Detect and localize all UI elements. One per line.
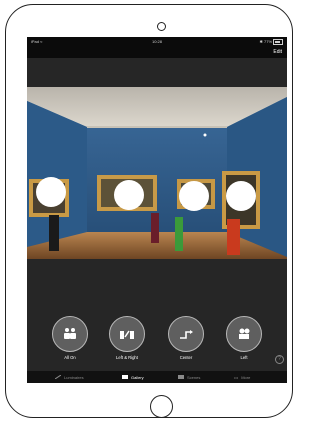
status-bar: iPad ≈ 10:28 ✱ 77%	[27, 37, 287, 47]
battery-indicator: ✱ 77%	[260, 37, 283, 47]
mode-label: All On	[64, 355, 76, 360]
tab-luminaires[interactable]: Luminaires	[55, 371, 84, 383]
face-blur	[179, 181, 209, 211]
center-arrow-icon	[168, 316, 204, 352]
mode-label: Center	[179, 355, 193, 360]
lamp-icon	[55, 375, 61, 379]
mode-left-button[interactable]: Left	[224, 316, 264, 360]
clock-text: 10:28	[151, 39, 162, 44]
edit-button[interactable]: Edit	[273, 47, 282, 58]
camera-icon	[157, 22, 166, 31]
gallery-scene	[27, 87, 287, 259]
tab-label: Luminaires	[64, 374, 84, 380]
mode-all-on-button[interactable]: All On	[50, 316, 90, 360]
tab-label: Gallery	[131, 374, 144, 380]
camera-left-icon	[226, 316, 262, 352]
tab-gallery[interactable]: Gallery	[122, 371, 144, 383]
face-blur	[226, 181, 256, 211]
more-icon: •••	[234, 374, 239, 380]
gallery-photo[interactable]	[27, 87, 287, 259]
tab-label: More	[241, 374, 251, 380]
mode-left-right-button[interactable]: Left & Right	[107, 316, 147, 360]
tab-label: Scenes	[187, 374, 201, 380]
mode-label: Left	[240, 355, 248, 360]
battery-icon	[273, 39, 283, 45]
home-button[interactable]	[150, 395, 173, 418]
gallery-icon	[122, 375, 128, 379]
mode-center-button[interactable]: Center	[166, 316, 206, 360]
battery-text: ✱ 77%	[259, 39, 272, 44]
tab-more[interactable]: ••• More	[234, 371, 250, 383]
help-icon[interactable]: ?	[275, 355, 284, 364]
face-blur	[36, 177, 66, 207]
tab-bar: Luminaires Gallery Scenes ••• More	[27, 371, 287, 383]
people-group-icon	[52, 316, 88, 352]
scenes-icon	[178, 375, 184, 379]
mode-controls: All On Left & Right Center Left	[27, 316, 287, 371]
split-speakers-icon	[109, 316, 145, 352]
nav-bar: Edit	[27, 47, 287, 58]
face-blur	[114, 180, 144, 210]
app-screen: iPad ≈ 10:28 ✱ 77% Edit All On Left & Ri…	[27, 37, 287, 383]
mode-label: Left & Right	[116, 355, 138, 360]
tab-scenes[interactable]: Scenes	[178, 371, 200, 383]
